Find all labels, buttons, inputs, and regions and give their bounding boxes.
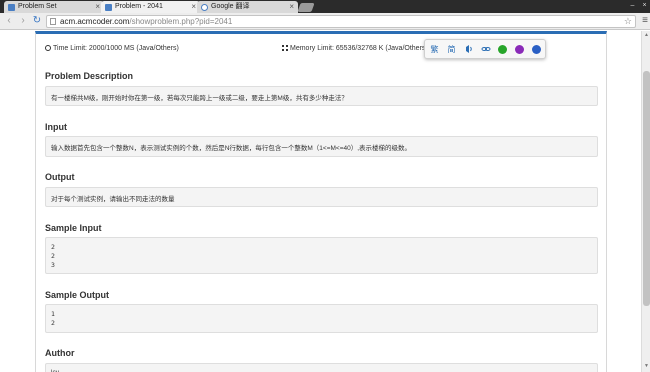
clock-icon [45, 45, 51, 52]
google-favicon-icon [201, 4, 208, 11]
problem-panel: Time Limit: 2000/1000 MS (Java/Others) M… [35, 31, 607, 372]
vertical-scrollbar[interactable]: ▲ ▼ [641, 31, 650, 372]
close-tab-icon[interactable]: × [191, 1, 196, 13]
menu-icon[interactable]: ≡ [642, 15, 648, 26]
author-title: Author [45, 348, 75, 358]
back-icon[interactable]: ‹ [3, 15, 15, 27]
author-box: lcy [45, 363, 598, 372]
url-host: acm.acmcoder.com [60, 17, 130, 26]
memory-limit: Memory Limit: 65536/32768 K (Java/Others… [282, 45, 428, 52]
window-close-icon[interactable]: × [640, 1, 649, 10]
sample-input-title: Sample Input [45, 223, 102, 233]
sample-input-line: 3 [51, 261, 55, 269]
speaker-icon[interactable] [463, 44, 474, 55]
purple-orb-icon[interactable] [515, 45, 524, 54]
sample-input-line: 2 [51, 252, 55, 260]
tab-title: Problem Set [18, 3, 57, 10]
green-orb-icon[interactable] [498, 45, 507, 54]
sample-output-box: 1 2 [45, 304, 598, 333]
tab-problem-set[interactable]: Problem Set × [4, 1, 104, 13]
description-title: Problem Description [45, 71, 134, 81]
minimize-icon[interactable]: – [628, 1, 637, 10]
reload-icon[interactable]: ↻ [31, 15, 43, 27]
tab-google-translate[interactable]: Google 翻译 × [197, 1, 298, 13]
close-tab-icon[interactable]: × [95, 1, 100, 13]
tab-title: Google 翻译 [211, 3, 250, 10]
address-bar[interactable]: acm.acmcoder.com/showproblem.php?pid=204… [46, 15, 636, 28]
tab-title: Problem - 2041 [115, 3, 163, 10]
page-viewport: Time Limit: 2000/1000 MS (Java/Others) M… [0, 31, 641, 372]
tab-problem-2041[interactable]: Problem - 2041 × [101, 1, 200, 13]
link-icon[interactable] [480, 44, 491, 55]
forward-icon[interactable]: › [17, 15, 29, 27]
time-limit: Time Limit: 2000/1000 MS (Java/Others) [45, 45, 179, 52]
input-box: 输入数据首先包含一个整数N，表示测试实例的个数，然后是N行数据，每行包含一个整数… [45, 136, 598, 157]
blue-orb-icon[interactable] [532, 45, 541, 54]
url-path: /showproblem.php?pid=2041 [129, 17, 233, 26]
close-tab-icon[interactable]: × [289, 1, 294, 13]
sample-output-line: 1 [51, 310, 55, 318]
traditional-button[interactable]: 繁 [429, 44, 440, 55]
output-box: 对于每个测试实例，请输出不同走法的数量 [45, 187, 598, 207]
favicon-icon [8, 4, 15, 11]
input-title: Input [45, 122, 67, 132]
scroll-up-icon[interactable]: ▲ [643, 32, 650, 39]
sample-output-title: Sample Output [45, 290, 110, 300]
grid-icon [282, 45, 288, 52]
new-tab-button[interactable] [297, 3, 315, 12]
scroll-thumb[interactable] [643, 71, 650, 306]
sample-input-box: 2 2 3 [45, 237, 598, 274]
tab-strip: Problem Set × Problem - 2041 × Google 翻译… [0, 0, 650, 13]
output-title: Output [45, 172, 75, 182]
sample-input-line: 2 [51, 243, 55, 251]
sample-output-line: 2 [51, 319, 55, 327]
simplified-button[interactable]: 简 [446, 44, 457, 55]
browser-toolbar: ‹ › ↻ acm.acmcoder.com/showproblem.php?p… [0, 13, 650, 30]
favicon-icon [105, 4, 112, 11]
scroll-down-icon[interactable]: ▼ [643, 363, 650, 370]
page-icon [50, 18, 56, 25]
translator-toolbar: 繁 简 [424, 39, 546, 59]
description-box: 有一楼梯共M级，刚开始时你在第一级，若每次只能跨上一级或二级，要走上第M级，共有… [45, 86, 598, 106]
bookmark-star-icon[interactable]: ☆ [624, 16, 632, 27]
